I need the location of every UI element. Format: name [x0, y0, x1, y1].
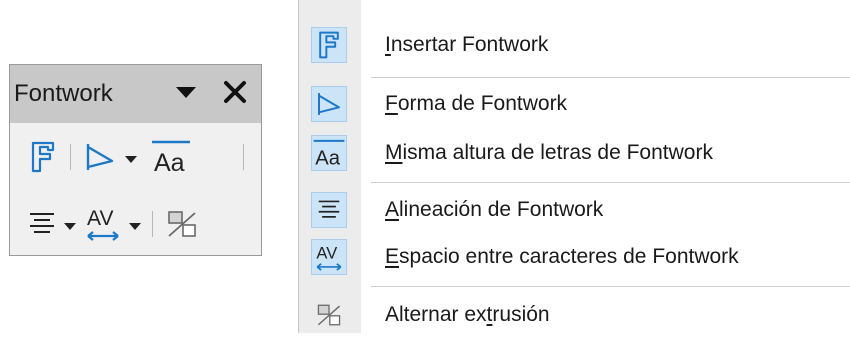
toolbar-separator: [70, 144, 71, 170]
menu-item-insert-fontwork[interactable]: Insertar Fontwork: [299, 18, 850, 72]
fontwork-shape-icon[interactable]: [82, 141, 118, 173]
toolbar-row-2: AV: [10, 199, 261, 249]
fontwork-commands-list: Insertar Fontwork Forma de Fontwork Aa M…: [298, 0, 850, 333]
menu-item-fontwork-alignment[interactable]: Alineación de Fontwork: [299, 183, 850, 237]
menu-item-label: Espacio entre caracteres de Fontwork: [385, 245, 739, 268]
menu-item-toggle-extrusion[interactable]: Alternar extrusión: [299, 288, 850, 342]
svg-text:Aa: Aa: [154, 149, 185, 176]
svg-text:Aa: Aa: [315, 147, 340, 169]
menu-item-character-spacing[interactable]: AV Espacio entre caracteres de Fontwork: [299, 230, 850, 284]
toolbar-title: Fontwork: [14, 80, 113, 107]
same-letter-heights-icon: Aa: [313, 139, 345, 169]
menu-item-same-letter-heights[interactable]: Aa Misma altura de letras de Fontwork: [299, 126, 850, 180]
menu-item-label: Alternar extrusión: [385, 303, 550, 326]
svg-text:AV: AV: [87, 207, 113, 230]
toolbar-menu-button[interactable]: [176, 87, 196, 98]
menu-separator: [371, 286, 850, 287]
toolbar-separator: [152, 211, 153, 237]
menu-item-label: Misma altura de letras de Fontwork: [385, 141, 713, 164]
menu-icon-plain: [311, 297, 347, 333]
align-center-lines-icon: [318, 200, 340, 218]
toolbar-title-bar[interactable]: Fontwork: [10, 65, 261, 123]
menu-item-label: Forma de Fontwork: [385, 92, 568, 115]
menu-item-fontwork-shape[interactable]: Forma de Fontwork: [299, 77, 850, 131]
menu-item-label: Alineación de Fontwork: [385, 198, 604, 221]
character-spacing-dropdown[interactable]: [129, 223, 141, 230]
toolbar-separator: [243, 144, 244, 170]
toolbar-row-1: Aa: [10, 132, 261, 182]
align-center-lines-icon[interactable]: [27, 210, 57, 238]
toggle-extrusion-icon: [317, 304, 341, 326]
fontwork-toolbar: Fontwork Aa AV: [9, 64, 262, 256]
same-letter-heights-icon[interactable]: Aa: [150, 138, 192, 176]
menu-icon-highlight: [311, 86, 347, 122]
menu-icon-highlight: [311, 192, 347, 228]
menu-icon-highlight: AV: [311, 239, 347, 275]
character-spacing-icon[interactable]: AV: [84, 203, 122, 245]
menu-item-label: Insertar Fontwork: [385, 33, 549, 56]
fontwork-letter-f-icon: [319, 31, 339, 59]
alignment-dropdown[interactable]: [64, 223, 76, 230]
close-icon[interactable]: [221, 78, 249, 106]
menu-icon-highlight: [311, 27, 347, 63]
character-spacing-icon: AV: [316, 244, 342, 271]
fontwork-shape-icon: [318, 93, 340, 115]
fontwork-letter-f-icon[interactable]: [29, 140, 57, 174]
fontwork-shape-dropdown[interactable]: [125, 156, 137, 163]
menu-icon-highlight: Aa: [311, 135, 347, 171]
svg-text:AV: AV: [316, 244, 337, 262]
toggle-extrusion-icon[interactable]: [165, 208, 199, 240]
